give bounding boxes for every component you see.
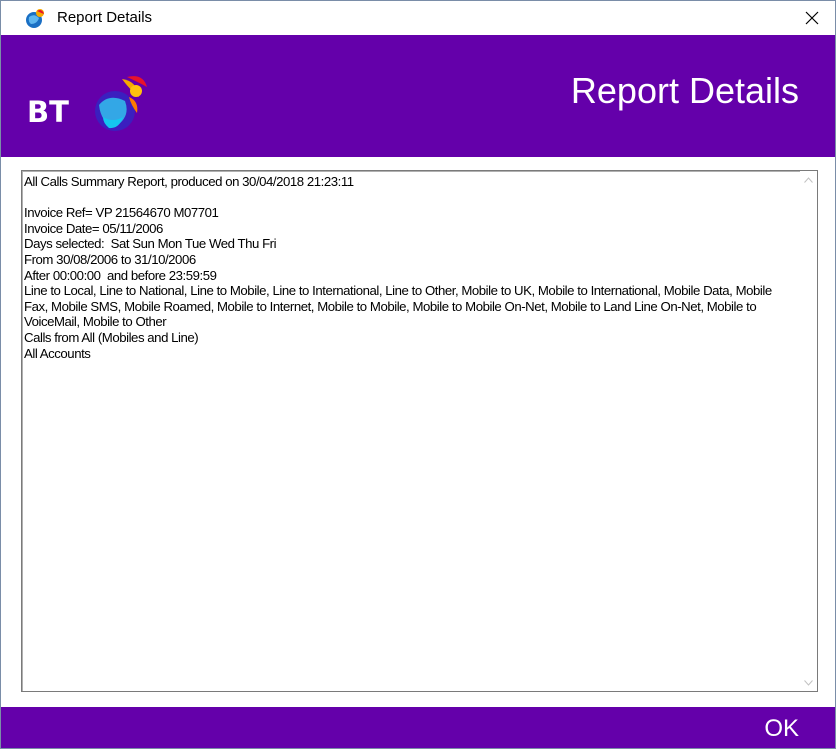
report-details-textbox[interactable]: All Calls Summary Report, produced on 30… [21,170,818,692]
report-line: All Calls Summary Report, produced on 30… [24,174,354,189]
chevron-up-icon [804,176,813,183]
report-line: After 00:00:00 and before 23:59:59 [24,267,217,283]
close-icon [805,11,819,25]
bt-globe-icon [26,9,44,28]
bt-logo: BT [27,76,147,131]
close-button[interactable] [789,1,835,35]
report-line: From 30/08/2006 to 31/10/2006 [24,251,196,267]
report-line: Invoice Ref= VP 21564670 M07701 [24,205,219,221]
report-line: Invoice Date= 05/11/2006 [24,220,163,236]
report-line: Line to Local, Line to National, Line to… [24,283,775,330]
chevron-down-icon [804,679,813,686]
scroll-down-button[interactable] [800,674,817,691]
report-line: Days selected: Sat Sun Mon Tue Wed Thu F… [24,236,277,252]
title-bar[interactable]: Report Details [1,1,835,35]
content-area: All Calls Summary Report, produced on 30… [1,157,835,707]
vertical-scrollbar[interactable] [800,171,817,691]
scroll-up-button[interactable] [800,171,817,188]
header-title: Report Details [570,70,799,111]
ok-button[interactable]: OK [764,714,799,744]
footer-bar: OK [1,707,835,748]
report-line [24,190,794,206]
header-banner: BT Report Details [1,35,835,157]
report-line: All Accounts [24,345,91,361]
report-text: All Calls Summary Report, produced on 30… [24,174,794,361]
report-details-dialog: Report Details BT Report Details All Cal… [0,0,836,749]
report-line: Calls from All (Mobiles and Line) [24,329,199,345]
window-title: Report Details [57,9,153,26]
svg-text:BT: BT [27,95,69,129]
